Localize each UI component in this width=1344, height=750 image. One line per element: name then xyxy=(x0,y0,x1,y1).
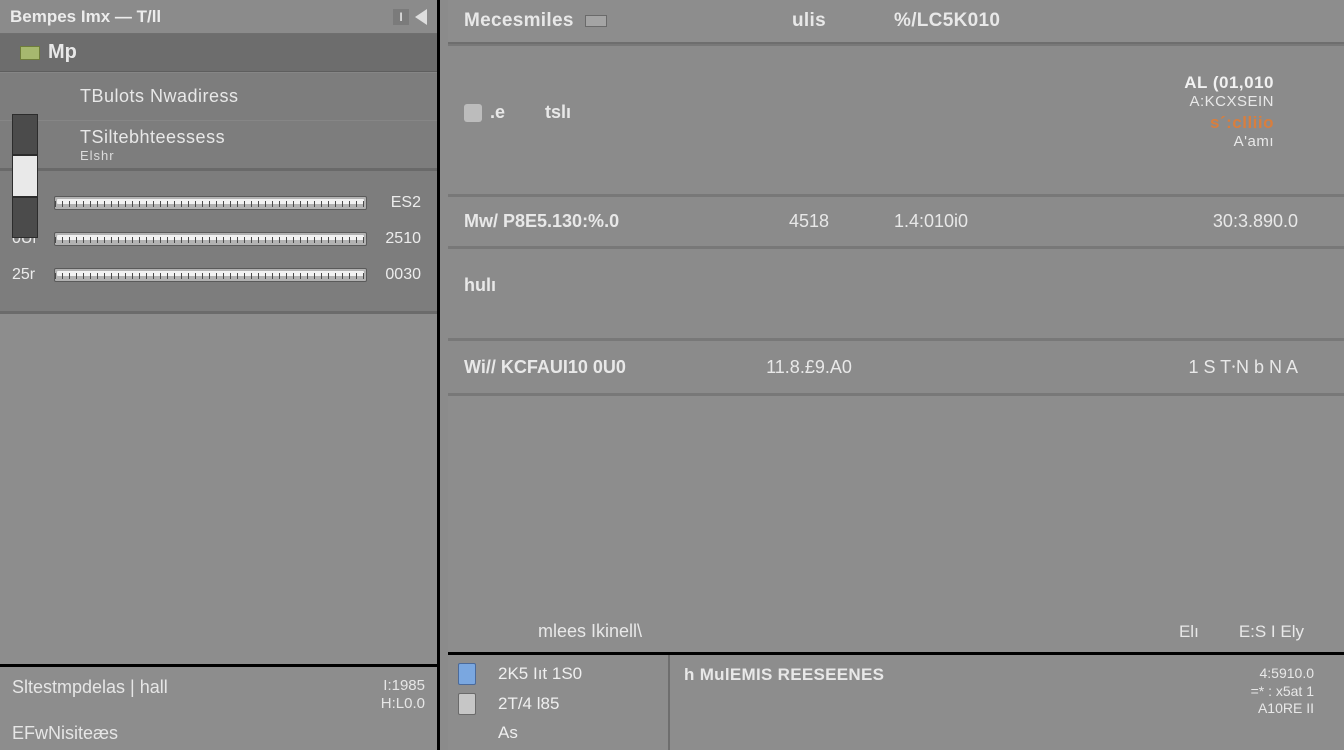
sidebar-header: Bempes Imx — T/ll I xyxy=(0,0,437,34)
slider-track[interactable] xyxy=(54,268,367,282)
col-3-label[interactable]: %/LC5K010 xyxy=(894,10,1104,32)
list-row[interactable]: Mw/ P8E5.130:%.0 45181.4:010i030:3.890.0 xyxy=(448,195,1344,247)
folder-icon xyxy=(20,46,40,60)
slider-track[interactable] xyxy=(54,196,367,210)
col-2-label[interactable]: ulis xyxy=(724,10,894,32)
bottom-left-row[interactable]: 2K5 Iıt 1S0 xyxy=(458,663,658,685)
list-row[interactable]: Wi// KCFAUI10 0U0 11.8.£9.A0 1 S T⸱N b N A xyxy=(448,339,1344,394)
row-c1: hulı xyxy=(464,275,496,295)
sliders-panel: 25IIES20Ul2510 25r 0030 xyxy=(0,171,437,314)
status-label: Sltestmpdelas | hall xyxy=(12,677,168,713)
row-c1: tslı xyxy=(545,102,571,122)
slider-row[interactable]: 0Ul2510 xyxy=(12,221,425,257)
bottom-left-text: 2T/4 l85 xyxy=(498,694,559,714)
content-footer-left: mlees Ikinell\ xyxy=(538,621,642,642)
list-row[interactable]: .e tslı AL (01,010A:KCXSEIN s´:clliio A'am… xyxy=(448,44,1344,195)
bottom-left-row[interactable]: As xyxy=(458,723,658,743)
content-footer-r1: Elı xyxy=(1179,622,1199,642)
nav-root[interactable]: Mp xyxy=(0,34,437,72)
row-c4: 1 S T⸱N b N A xyxy=(1104,355,1328,379)
slider-row[interactable]: 25r 0030 xyxy=(12,257,425,293)
row-c4: 30:3.890.0 xyxy=(1104,211,1328,232)
slider-value: 0030 xyxy=(375,266,425,284)
col-1-label[interactable]: Mecesmiles xyxy=(464,10,574,31)
bottom-right-value: A10RE II xyxy=(1251,700,1314,718)
content-area: mlees Ikinell\ Elı E:S I Ely xyxy=(448,394,1344,652)
slider-value: 2510 xyxy=(375,230,425,248)
nav-item-2[interactable]: TSiltebhteessess Elshr xyxy=(0,120,437,168)
sort-toggle-icon[interactable] xyxy=(585,15,607,27)
document-icon xyxy=(458,693,476,715)
status-label-2: EFwNisiteæs xyxy=(12,723,118,744)
document-icon xyxy=(458,663,476,685)
bottom-left-text: 2K5 Iıt 1S0 xyxy=(498,664,582,684)
collapse-left-icon[interactable] xyxy=(415,9,427,25)
bottom-strip: 2K5 Iıt 1S0 2T/4 l85 As h MulEMIS REESEENE… xyxy=(448,652,1344,750)
bottom-right-value: =* : x5at 1 xyxy=(1251,683,1314,701)
nav-tree: Mp TBulots Nwadiress TSiltebhteessess El… xyxy=(0,34,437,171)
main-pane: Mecesmiles ulis %/LC5K010 .e tslı AL (01,0… xyxy=(440,0,1344,750)
row-c2: 4518 xyxy=(724,211,894,232)
bottom-right-value: 4:5910.0 xyxy=(1251,665,1314,683)
row-c3: 1.4:010i0 xyxy=(894,211,1104,232)
row-c1: Mw/ P8E5.130:%.0 xyxy=(464,211,619,231)
nav-item-2-label: TSiltebhteessess xyxy=(80,127,225,147)
row-c4: AL (01,010A:KCXSEIN s´:clliio A'amı xyxy=(1104,72,1328,152)
list-row[interactable]: hulı xyxy=(448,247,1344,339)
bottom-left-panel: 2K5 Iıt 1S0 2T/4 l85 As xyxy=(448,655,670,750)
row-c1-pre: .e xyxy=(490,102,505,122)
sidebar-empty xyxy=(0,314,437,664)
bottom-right-values: 4:5910.0=* : x5at 1A10RE II xyxy=(1251,665,1314,744)
nav-item-1-label: TBulots Nwadiress xyxy=(80,86,239,107)
slider-label: 25r xyxy=(12,266,46,284)
nav-item-1[interactable]: TBulots Nwadiress xyxy=(0,72,437,120)
panel-title: Bempes Imx — T/ll xyxy=(10,7,161,27)
list-body: .e tslı AL (01,010A:KCXSEIN s´:clliio A'am… xyxy=(448,44,1344,394)
bottom-left-row[interactable]: 2T/4 l85 xyxy=(458,693,658,715)
panel-pin-icon[interactable]: I xyxy=(393,9,409,25)
bottom-right-label: h MulEMIS REESEENES xyxy=(684,665,884,744)
slider-row[interactable]: 25IIES2 xyxy=(12,185,425,221)
sidebar-status-panel: Sltestmpdelas | hall I:1985 H:L0.0 EFwNi… xyxy=(0,664,437,750)
row-icon xyxy=(464,104,482,122)
row-c2: 11.8.£9.A0 xyxy=(724,357,894,378)
nav-root-label: Mp xyxy=(48,41,77,64)
status-val-1: I:1985 xyxy=(381,677,425,695)
row-c1: Wi// KCFAUI10 0U0 xyxy=(464,357,626,377)
sidebar: Bempes Imx — T/ll I Mp TBulots Nwadiress xyxy=(0,0,440,750)
slider-track[interactable] xyxy=(54,232,367,246)
view-strip[interactable] xyxy=(12,114,38,238)
status-val-2: H:L0.0 xyxy=(381,695,425,713)
content-footer-r2: E:S I Ely xyxy=(1239,622,1304,642)
nav-item-2-code: Elshr xyxy=(80,148,225,163)
list-header: Mecesmiles ulis %/LC5K010 xyxy=(448,0,1344,44)
slider-value: ES2 xyxy=(375,194,425,212)
bottom-left-ag: As xyxy=(498,723,518,743)
